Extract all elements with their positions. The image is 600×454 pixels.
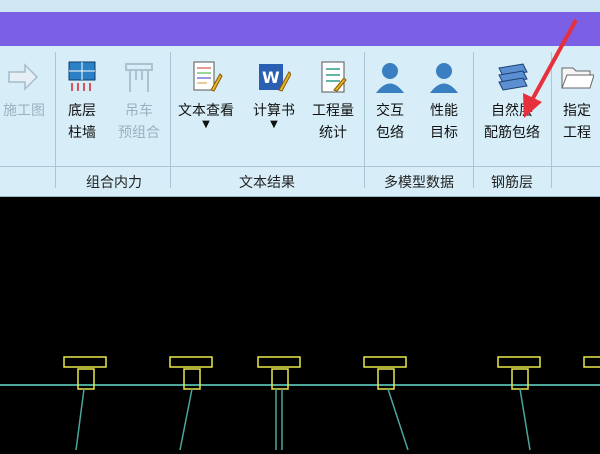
structure-drawing xyxy=(0,356,600,451)
structure-drawing-canvas[interactable] xyxy=(0,197,600,451)
